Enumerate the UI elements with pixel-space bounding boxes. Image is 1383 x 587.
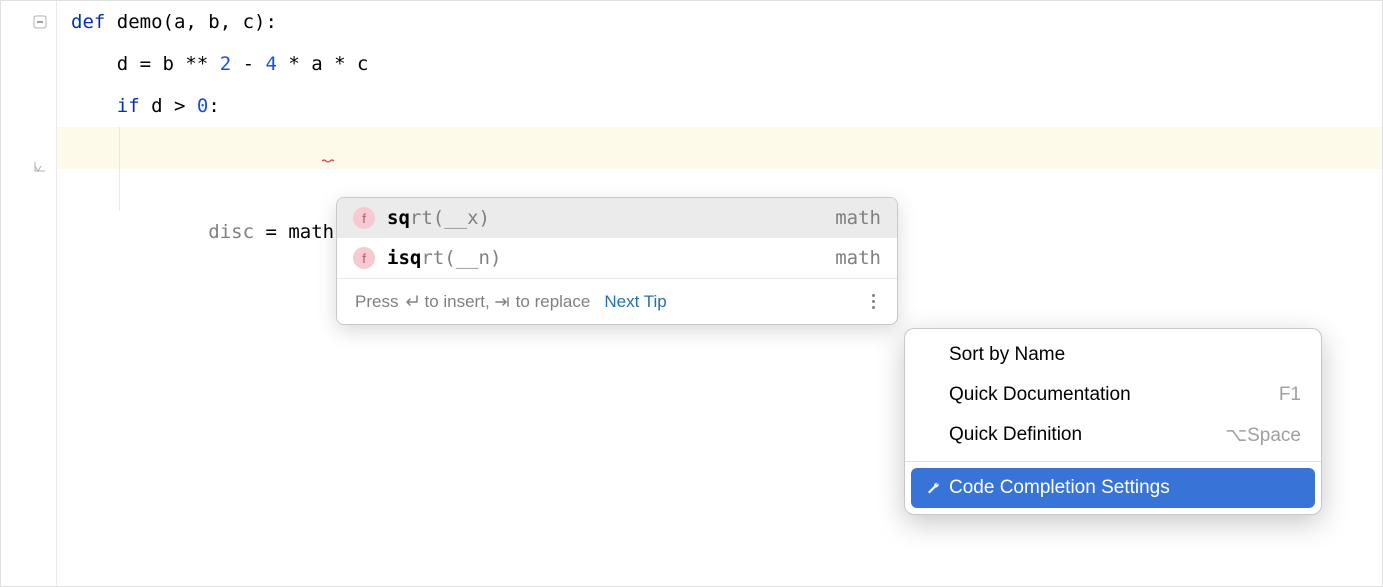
code-line-2[interactable]: d = b ** 2 - 4 * a * c: [57, 43, 1382, 85]
completion-item-sqrt[interactable]: f sqrt(__x) math: [337, 198, 897, 238]
params: (a, b, c):: [163, 11, 277, 33]
hint-insert: to insert,: [424, 292, 489, 312]
menu-separator: [905, 461, 1321, 462]
wrench-icon: [924, 479, 942, 497]
code-line-1[interactable]: def demo(a, b, c):: [57, 1, 1382, 43]
completion-footer: Press to insert, to replace Next Tip: [337, 278, 897, 324]
function-icon: f: [353, 207, 375, 229]
error-underline-icon: [322, 159, 336, 163]
code-completion-popup: f sqrt(__x) math f isqrt(__n) math Press…: [336, 197, 898, 325]
menu-code-completion-settings[interactable]: Code Completion Settings: [911, 468, 1315, 508]
completion-module: math: [835, 247, 881, 269]
enter-key-icon: [402, 295, 420, 309]
completion-label: sqrt(__x): [387, 207, 835, 229]
function-name: demo: [117, 11, 163, 33]
fold-end-icon[interactable]: [31, 159, 49, 177]
code-line-4-current[interactable]: disc = math.sq: [57, 127, 1382, 169]
keyword-def: def: [71, 11, 105, 33]
completion-item-isqrt[interactable]: f isqrt(__n) math: [337, 238, 897, 278]
menu-quick-definition[interactable]: Quick Definition ⌥Space: [905, 415, 1321, 455]
completion-label: isqrt(__n): [387, 247, 835, 269]
menu-sort-by-name[interactable]: Sort by Name: [905, 335, 1321, 375]
code-editor[interactable]: def demo(a, b, c): d = b ** 2 - 4 * a * …: [57, 1, 1382, 211]
code-line-3[interactable]: if d > 0:: [57, 85, 1382, 127]
function-icon: f: [353, 247, 375, 269]
editor-gutter: [1, 1, 57, 586]
fold-collapse-icon[interactable]: [31, 13, 49, 31]
hint-replace: to replace: [516, 292, 591, 312]
hint-press: Press: [355, 292, 398, 312]
next-tip-link[interactable]: Next Tip: [604, 292, 666, 312]
more-options-icon[interactable]: [863, 294, 883, 309]
menu-quick-documentation[interactable]: Quick Documentation F1: [905, 375, 1321, 415]
tab-key-icon: [494, 296, 512, 308]
completion-context-menu: Sort by Name Quick Documentation F1 Quic…: [904, 328, 1322, 515]
completion-module: math: [835, 207, 881, 229]
